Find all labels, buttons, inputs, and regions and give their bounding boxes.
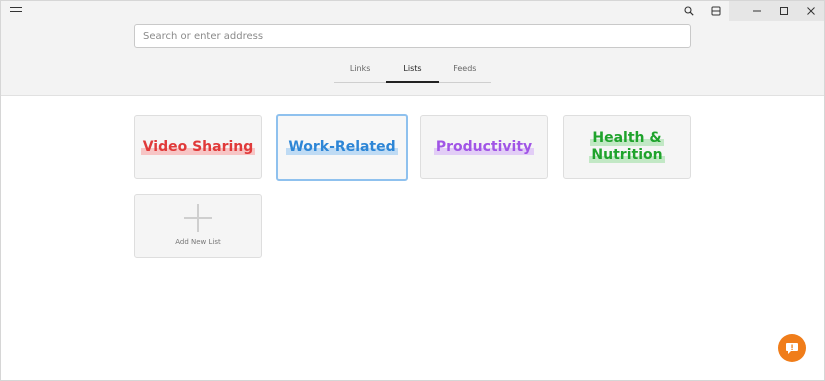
search-icon[interactable] <box>675 1 702 21</box>
add-new-list-button[interactable]: Add New List <box>134 194 262 258</box>
list-card-work-related[interactable]: Work-Related <box>276 114 408 181</box>
feedback-icon <box>786 343 798 354</box>
minimize-icon[interactable] <box>743 1 770 21</box>
add-new-list-label: Add New List <box>175 238 221 246</box>
tab-feeds[interactable]: Feeds <box>439 59 491 82</box>
list-card-productivity[interactable]: Productivity <box>420 115 548 179</box>
list-card-health-nutrition[interactable]: Health & Nutrition <box>563 115 691 179</box>
close-icon[interactable] <box>797 1 824 21</box>
list-card-label: Productivity <box>433 138 535 155</box>
tab-lists[interactable]: Lists <box>386 59 439 83</box>
feedback-button[interactable] <box>778 334 806 362</box>
top-bar: Search or enter address Links Lists Feed… <box>1 1 824 96</box>
maximize-icon[interactable] <box>770 1 797 21</box>
reading-view-icon[interactable] <box>702 1 729 21</box>
list-card-video-sharing[interactable]: Video Sharing <box>134 115 262 179</box>
search-placeholder: Search or enter address <box>143 30 264 42</box>
tab-links[interactable]: Links <box>334 59 386 82</box>
list-card-label: Health & Nutrition <box>589 130 665 163</box>
window-controls <box>675 1 824 21</box>
address-search-input[interactable]: Search or enter address <box>134 24 691 48</box>
plus-icon <box>184 204 212 232</box>
tab-bar: Links Lists Feeds <box>334 59 491 83</box>
hamburger-icon[interactable] <box>10 7 22 15</box>
list-card-label: Video Sharing <box>140 138 256 155</box>
list-card-label: Work-Related <box>286 139 398 155</box>
